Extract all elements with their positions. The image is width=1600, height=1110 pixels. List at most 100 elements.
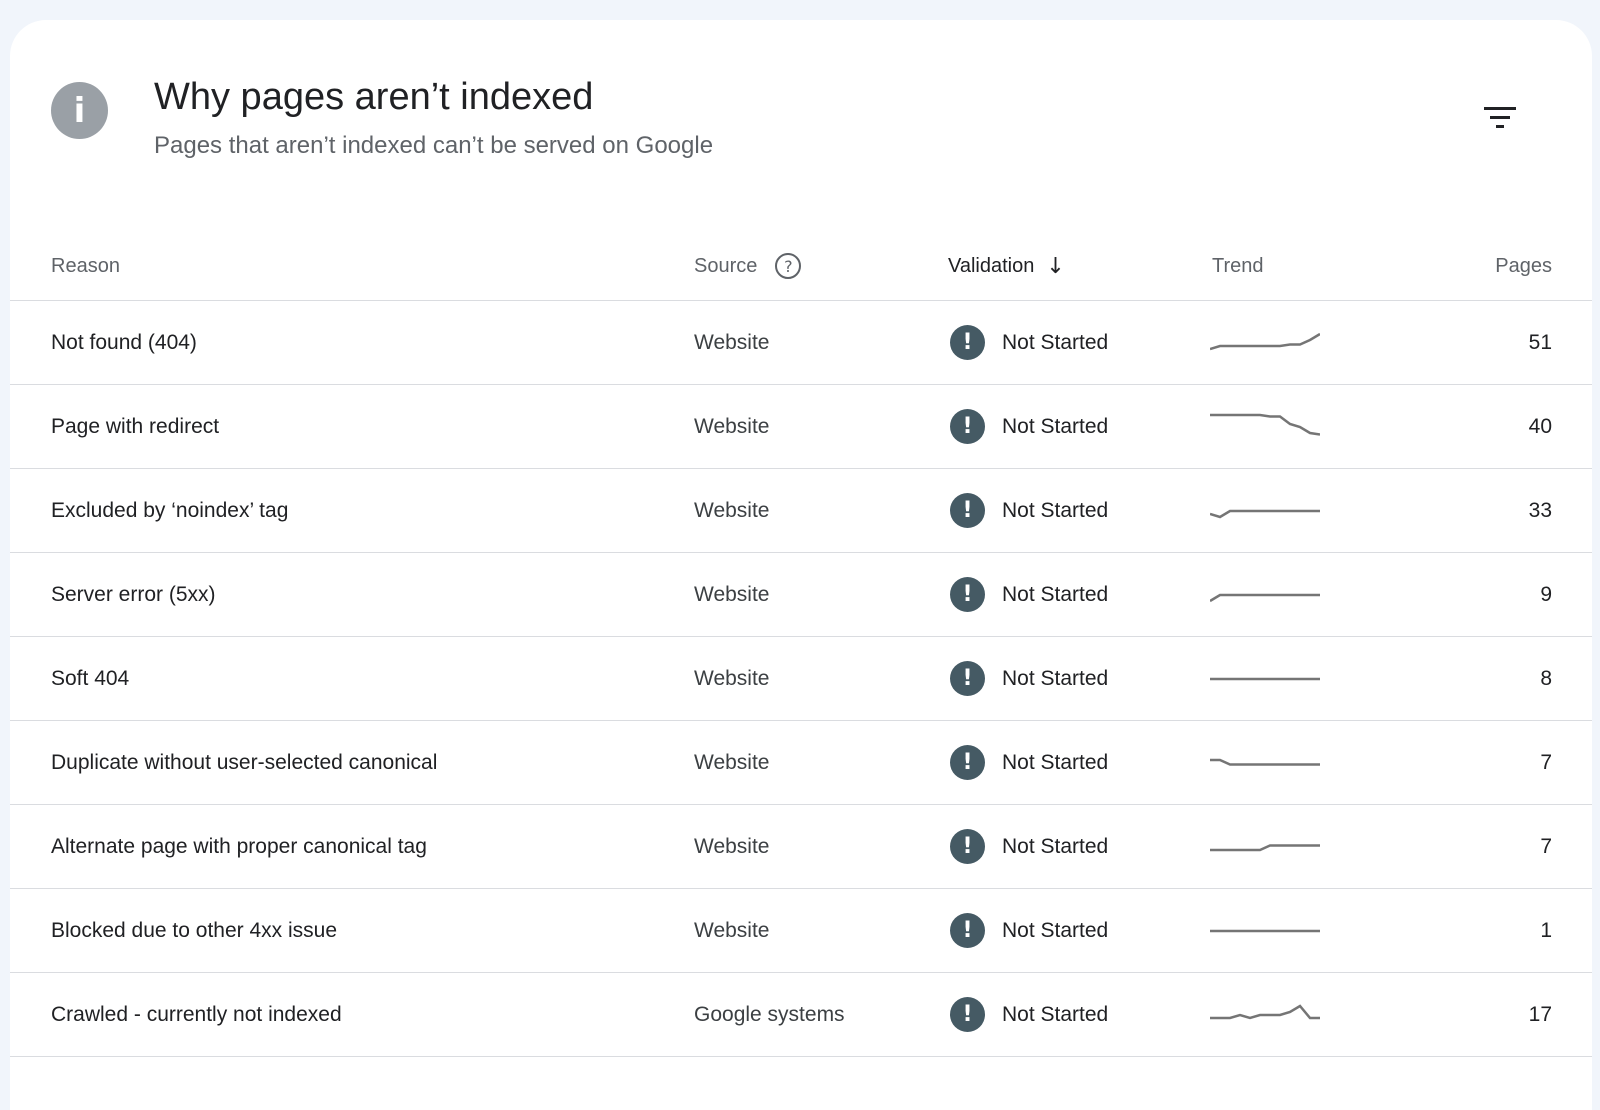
validation-status: Not Started — [1002, 834, 1109, 858]
filter-button[interactable] — [1472, 90, 1528, 146]
validation-cell: ! Not Started — [950, 637, 1108, 720]
not-indexed-card: i Why pages aren’t indexed Pages that ar… — [10, 20, 1592, 1110]
info-icon: i — [51, 82, 108, 139]
reason-cell: Blocked due to other 4xx issue — [51, 918, 338, 942]
alert-circle-icon: ! — [950, 409, 985, 444]
reason-cell: Not found (404) — [51, 330, 197, 354]
validation-status: Not Started — [1002, 414, 1109, 438]
table-row[interactable]: Crawled - currently not indexed Google sy… — [10, 973, 1592, 1057]
table-header: Reason Source ? Validation ↓ Trend Pages — [10, 232, 1592, 301]
reason-cell: Page with redirect — [51, 414, 220, 438]
pages-cell: 7 — [1540, 750, 1552, 774]
validation-cell: ! Not Started — [950, 973, 1108, 1056]
source-cell: Google systems — [694, 1002, 845, 1026]
card-title: Why pages aren’t indexed — [154, 76, 594, 118]
validation-status: Not Started — [1002, 666, 1109, 690]
trend-line — [1210, 413, 1320, 436]
pages-cell: 33 — [1528, 498, 1552, 522]
trend-cell — [1210, 805, 1320, 888]
trend-sparkline — [1210, 593, 1320, 602]
trend-sparkline — [1210, 413, 1320, 436]
trend-cell — [1210, 469, 1320, 552]
trend-line — [1210, 509, 1320, 518]
table-row[interactable]: Excluded by ‘noindex’ tag Website! Not Sta… — [10, 469, 1592, 553]
table-row[interactable]: Blocked due to other 4xx issue Website! No… — [10, 889, 1592, 973]
source-cell: Website — [694, 414, 770, 438]
trend-sparkline — [1210, 677, 1320, 680]
validation-cell: ! Not Started — [950, 805, 1108, 888]
table-row[interactable]: Server error (5xx) Website! Not Started 9 — [10, 553, 1592, 637]
column-header-pages[interactable]: Pages — [1495, 232, 1552, 300]
alert-circle-icon: ! — [950, 913, 985, 948]
column-header-validation-label: Validation — [948, 254, 1035, 277]
alert-circle-icon: ! — [950, 745, 985, 780]
validation-status: Not Started — [1002, 918, 1109, 942]
column-header-validation[interactable]: Validation ↓ — [948, 232, 1065, 300]
pages-cell: 9 — [1540, 582, 1552, 606]
reason-cell: Duplicate without user-selected canonica… — [51, 750, 438, 774]
column-header-trend-label: Trend — [1212, 254, 1264, 277]
table-row[interactable]: Soft 404 Website! Not Started 8 — [10, 637, 1592, 721]
source-cell: Website — [694, 498, 770, 522]
pages-cell: 8 — [1540, 666, 1552, 690]
table-row[interactable]: Duplicate without user-selected canonica… — [10, 721, 1592, 805]
column-header-reason[interactable]: Reason — [51, 232, 120, 300]
table-row[interactable]: Alternate page with proper canonical tag… — [10, 805, 1592, 889]
pages-cell: 40 — [1528, 414, 1552, 438]
column-header-pages-label: Pages — [1495, 254, 1552, 277]
validation-status: Not Started — [1002, 750, 1109, 774]
trend-line — [1210, 1003, 1320, 1019]
trend-cell — [1210, 637, 1320, 720]
trend-line — [1210, 758, 1320, 766]
trend-cell — [1210, 553, 1320, 636]
validation-cell: ! Not Started — [950, 301, 1108, 384]
validation-cell: ! Not Started — [950, 553, 1108, 636]
trend-sparkline — [1210, 758, 1320, 766]
reason-cell: Excluded by ‘noindex’ tag — [51, 498, 289, 522]
alert-circle-icon: ! — [950, 577, 985, 612]
alert-circle-icon: ! — [950, 493, 985, 528]
arrow-down-icon: ↓ — [1046, 253, 1065, 279]
trend-line — [1210, 593, 1320, 602]
source-cell: Website — [694, 918, 770, 942]
source-cell: Website — [694, 834, 770, 858]
validation-status: Not Started — [1002, 498, 1109, 522]
validation-cell: ! Not Started — [950, 385, 1108, 468]
alert-circle-icon: ! — [950, 661, 985, 696]
validation-cell: ! Not Started — [950, 889, 1108, 972]
filter-list-icon — [1484, 107, 1516, 128]
trend-cell — [1210, 385, 1320, 468]
alert-circle-icon: ! — [950, 997, 985, 1032]
validation-cell: ! Not Started — [950, 721, 1108, 804]
validation-cell: ! Not Started — [950, 469, 1108, 552]
source-cell: Website — [694, 666, 770, 690]
column-header-source-label: Source — [694, 254, 758, 277]
trend-sparkline — [1210, 929, 1320, 932]
reason-cell: Alternate page with proper canonical tag — [51, 834, 427, 858]
trend-cell — [1210, 301, 1320, 384]
pages-cell: 1 — [1540, 918, 1552, 942]
table-row[interactable]: Not found (404) Website! Not Started 51 — [10, 301, 1592, 385]
source-cell: Website — [694, 750, 770, 774]
help-circle-icon[interactable]: ? — [775, 253, 802, 279]
alert-circle-icon: ! — [950, 325, 985, 360]
validation-status: Not Started — [1002, 582, 1109, 606]
trend-sparkline — [1210, 1003, 1320, 1019]
pages-cell: 51 — [1528, 330, 1552, 354]
trend-line — [1210, 843, 1320, 851]
column-header-reason-label: Reason — [51, 254, 120, 277]
validation-status: Not Started — [1002, 330, 1109, 354]
table-row[interactable]: Page with redirect Website! Not Started 40 — [10, 385, 1592, 469]
column-header-source[interactable]: Source ? — [694, 232, 802, 300]
card-subtitle: Pages that aren’t indexed can’t be serve… — [154, 132, 714, 159]
trend-cell — [1210, 973, 1320, 1056]
trend-sparkline — [1210, 332, 1320, 350]
reason-cell: Soft 404 — [51, 666, 130, 690]
table-body: Not found (404) Website! Not Started 51 Page… — [10, 301, 1592, 1057]
validation-status: Not Started — [1002, 1002, 1109, 1026]
pages-cell: 7 — [1540, 834, 1552, 858]
trend-sparkline — [1210, 843, 1320, 851]
pages-cell: 17 — [1528, 1002, 1552, 1026]
trend-sparkline — [1210, 509, 1320, 518]
trend-line — [1210, 332, 1320, 350]
